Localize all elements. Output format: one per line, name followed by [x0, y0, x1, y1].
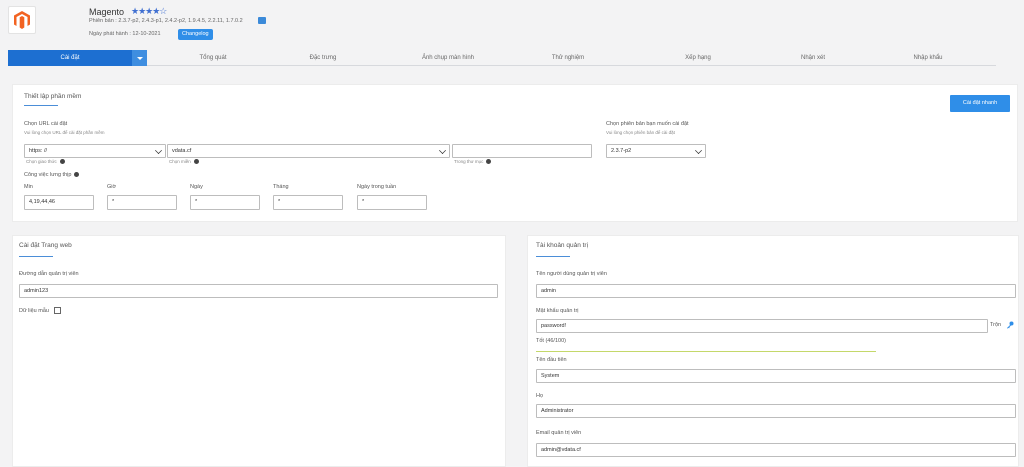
versions-text: Phiên bản : 2.3.7-p2, 2.4.3-p1, 2.4.2-p2…	[89, 18, 243, 24]
info-icon	[486, 159, 492, 165]
tab-ratings[interactable]: Xếp hạng	[633, 50, 763, 66]
admin-path-label: Đường dẫn quản trị viên	[19, 271, 79, 277]
rating-stars: ★★★★☆	[131, 6, 167, 16]
admin-password-label: Mật khẩu quản trị	[536, 308, 579, 314]
cron-month-input[interactable]: *	[273, 195, 343, 210]
admin-username-input[interactable]: admin	[536, 284, 1016, 298]
info-icon	[59, 159, 65, 165]
tab-bar: Cài đặt Tổng quát Đặc trưng Ảnh chụp màn…	[8, 50, 996, 66]
site-settings-title: Cài đặt Trang web	[19, 242, 72, 249]
chevron-down-icon	[439, 147, 446, 154]
tab-import[interactable]: Nhập khẩu	[863, 50, 993, 66]
tab-install[interactable]: Cài đặt	[8, 50, 132, 66]
admin-account-title: Tài khoản quản trị	[536, 242, 589, 249]
key-icon[interactable]	[1006, 321, 1014, 331]
sample-data-label: Dữ liệu mẫu	[19, 308, 49, 314]
protocol-hint: Chọn giao thức	[26, 159, 65, 165]
install-url-label: Chọn URL cài đặt	[24, 121, 68, 127]
lastname-label: Họ	[536, 393, 544, 399]
admin-password-input[interactable]: password!	[536, 319, 988, 333]
cron-hour-input[interactable]: *	[107, 195, 177, 210]
title-underline	[24, 105, 58, 106]
password-strength-text: Tốt (46/100)	[536, 338, 566, 344]
cron-hour-label: Giờ	[107, 184, 117, 190]
admin-username-label: Tên người dùng quản trị viên	[536, 271, 607, 277]
domain-hint-text: Chọn miền	[169, 159, 191, 164]
directory-hint: Trong thư mục	[454, 159, 492, 165]
directory-input[interactable]	[452, 144, 592, 158]
random-password-button[interactable]: Trộn	[990, 322, 1001, 328]
cron-label: Công việc lưng thịp	[24, 172, 80, 178]
firstname-label: Tên đầu tiên	[536, 357, 567, 363]
cron-weekday-label: Ngày trong tuần	[357, 184, 397, 190]
install-url-sub: Vui lòng chọn URL để cài đặt phần mềm	[24, 130, 105, 135]
magento-logo-icon	[14, 11, 30, 29]
release-date-text: Ngày phát hành : 12-10-2021	[89, 31, 161, 37]
info-icon	[193, 159, 199, 165]
magento-logo	[8, 6, 36, 34]
cron-min-label: Min	[24, 184, 33, 190]
domain-hint: Chọn miền	[169, 159, 199, 165]
protocol-hint-text: Chọn giao thức	[26, 159, 57, 164]
admin-email-input[interactable]: admin@vdata.cf	[536, 443, 1016, 457]
tab-features[interactable]: Đặc trưng	[258, 50, 388, 66]
version-sub: Vui lòng chọn phiên bản để cài đặt	[606, 130, 675, 135]
tab-demo[interactable]: Thử nghiệm	[503, 50, 633, 66]
tab-screenshots[interactable]: Ảnh chụp màn hình	[383, 50, 513, 66]
tab-reviews[interactable]: Nhận xét	[748, 50, 878, 66]
site-settings-panel	[12, 235, 506, 467]
protocol-select[interactable]: https: //	[24, 144, 166, 158]
firstname-input[interactable]: System	[536, 369, 1016, 383]
cron-day-label: Ngày	[190, 184, 203, 190]
cron-min-input[interactable]: 4,19,44,46	[24, 195, 94, 210]
quick-install-button[interactable]: Cài đặt nhanh	[950, 95, 1010, 112]
directory-hint-text: Trong thư mục	[454, 159, 484, 164]
sample-data-checkbox[interactable]	[54, 307, 61, 314]
title-underline	[536, 256, 570, 257]
software-setup-title: Thiết lập phần mềm	[24, 93, 82, 100]
cron-day-input[interactable]: *	[190, 195, 260, 210]
cron-label-text: Công việc lưng thịp	[24, 172, 72, 178]
chevron-down-icon	[695, 147, 702, 154]
admin-path-input[interactable]: admin123	[19, 284, 498, 298]
tab-dropdown-toggle[interactable]	[132, 50, 147, 66]
admin-email-label: Email quản trị viên	[536, 430, 582, 436]
version-value: 2.3.7-p2	[611, 148, 632, 154]
version-select[interactable]: 2.3.7-p2	[606, 144, 706, 158]
info-icon	[74, 172, 80, 178]
protocol-value: https: //	[29, 148, 48, 154]
domain-select[interactable]: vdata.cf	[167, 144, 450, 158]
password-strength-bar	[536, 351, 876, 352]
cron-weekday-input[interactable]: *	[357, 195, 427, 210]
chat-icon[interactable]	[258, 17, 266, 24]
title-underline	[19, 256, 53, 257]
cron-month-label: Tháng	[273, 184, 289, 190]
changelog-button[interactable]: Changelog	[178, 29, 213, 40]
lastname-input[interactable]: Administrator	[536, 404, 1016, 418]
app-title: Magento	[89, 7, 125, 17]
version-label: Chọn phiên bản bạn muốn cài đặt	[606, 121, 689, 127]
domain-value: vdata.cf	[172, 148, 192, 154]
chevron-down-icon	[155, 147, 162, 154]
